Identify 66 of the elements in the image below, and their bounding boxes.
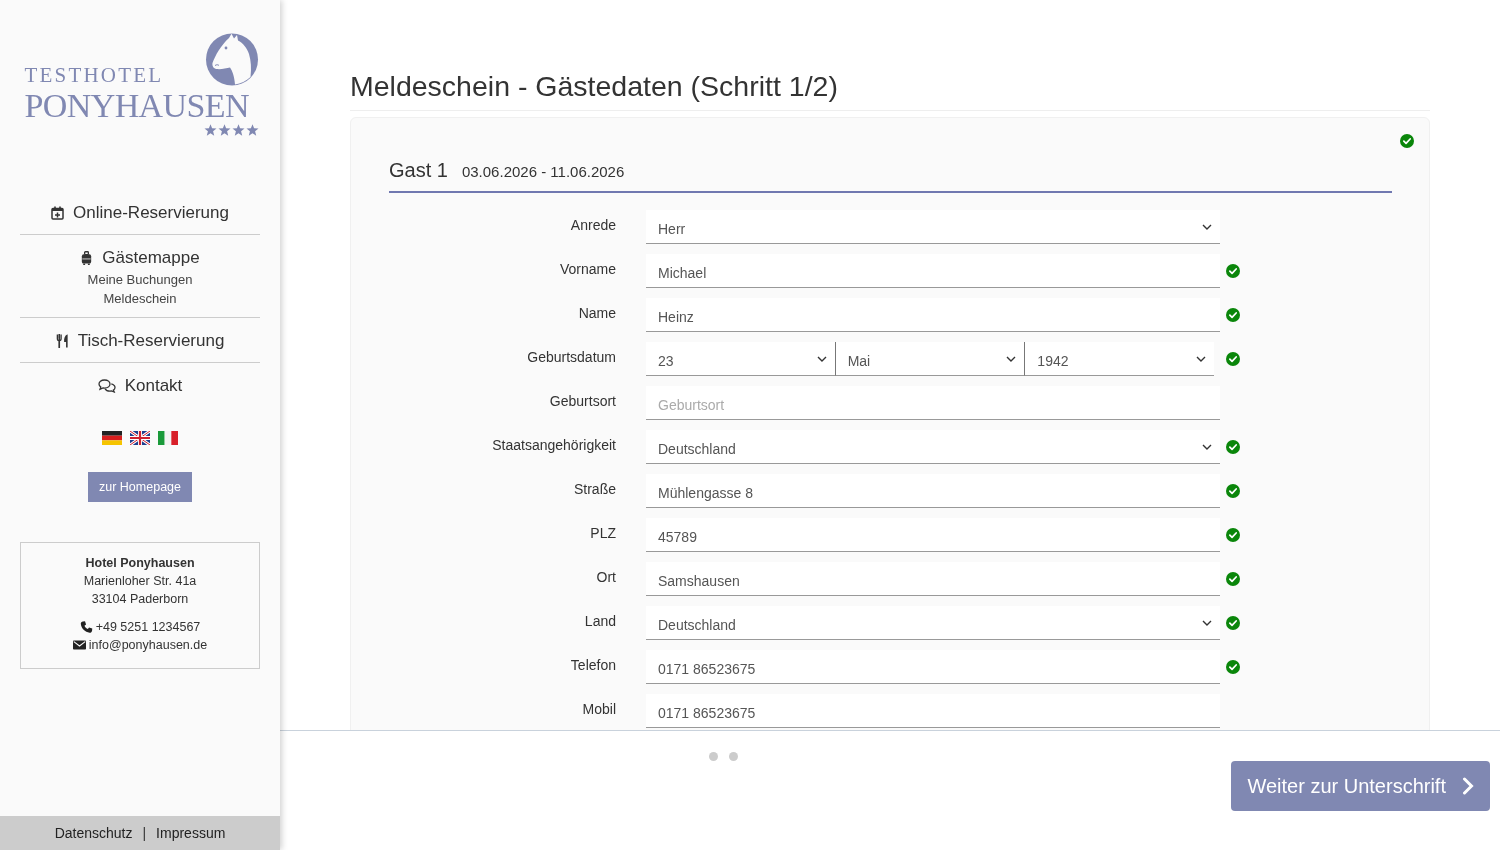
address-line: Marienloher Str. 41a: [83, 573, 197, 590]
select-field[interactable]: Deutschland: [646, 606, 1220, 640]
british-flag-icon[interactable]: [130, 431, 150, 445]
phone-number: +49 5251 1234567: [95, 619, 201, 636]
nav-link[interactable]: Online-Reservierung: [51, 201, 229, 225]
field-label: Telefon: [569, 656, 616, 674]
text-field[interactable]: Heinz: [646, 298, 1220, 332]
phone-icon: [79, 621, 93, 633]
text-field[interactable]: Michael: [646, 254, 1220, 288]
select-field[interactable]: Deutschland: [646, 430, 1220, 464]
hotel-name: Hotel Ponyhausen: [85, 555, 195, 572]
field-label: Staatsangehörigkeit: [491, 436, 616, 454]
star-icon: [217, 124, 231, 136]
field-label: Straße: [573, 480, 616, 498]
italian-flag-icon[interactable]: [158, 431, 178, 445]
chevron-down-icon: [1196, 355, 1206, 362]
chevron-down-icon: [1202, 443, 1212, 450]
footer-link[interactable]: Datenschutz: [54, 825, 133, 841]
chat-bubbles-icon: [97, 379, 116, 393]
text-field[interactable]: 45789: [646, 518, 1220, 552]
star-icon: [231, 124, 245, 136]
field-label: Name: [577, 304, 616, 322]
link-separator: |: [142, 825, 147, 841]
nav-link[interactable]: Kontakt: [97, 374, 183, 398]
select-field[interactable]: Mai: [834, 342, 1025, 376]
text-field[interactable]: 0171 86523675: [646, 650, 1220, 684]
field-label: Anrede: [569, 216, 616, 234]
stay-dates: 03.06.2026 - 11.06.2026: [461, 163, 625, 180]
email-address: info@ponyhausen.de: [88, 637, 208, 654]
field-label: Ort: [595, 568, 616, 586]
fork-knife-icon: [55, 334, 69, 348]
star-icon: [245, 124, 259, 136]
chevron-right-icon: [1462, 777, 1474, 795]
chevron-down-icon: [1006, 355, 1017, 362]
select-field[interactable]: 1942: [1024, 342, 1214, 376]
nav-sublink[interactable]: Meine Buchungen: [87, 270, 193, 289]
nav-link[interactable]: Tisch-Reservierung: [55, 329, 225, 353]
star-icon: [203, 124, 217, 136]
calendar-plus-icon: [51, 206, 65, 220]
guest-title: Gast 1: [389, 158, 448, 182]
chevron-down-icon: [1202, 223, 1212, 230]
address-line: 33104 Paderborn: [91, 591, 189, 608]
chevron-down-icon: [816, 355, 827, 362]
field-label: PLZ: [589, 524, 616, 542]
suitcase-icon: [80, 251, 94, 265]
envelope-icon: [72, 639, 86, 651]
field-label: Land: [583, 612, 616, 630]
logo-text: PONYHAUSEN: [24, 91, 250, 121]
page-title: Meldeschein - Gästedaten (Schritt 1/2): [350, 68, 1430, 111]
nav-sublink[interactable]: Meldeschein: [103, 289, 177, 308]
footer-link[interactable]: Impressum: [156, 825, 226, 841]
logo-text: TESTHOTEL: [24, 66, 164, 85]
select-field[interactable]: Herr: [646, 210, 1220, 244]
select-field[interactable]: 23: [646, 342, 835, 376]
nav-link[interactable]: Gästemappe: [80, 246, 200, 270]
field-label: Mobil: [581, 700, 616, 718]
chevron-down-icon: [1202, 619, 1212, 626]
field-label: Geburtsort: [548, 392, 616, 410]
horse-head-logo-icon: [204, 31, 259, 86]
text-field[interactable]: Mühlengasse 8: [646, 474, 1220, 508]
text-field[interactable]: Geburtsort: [646, 386, 1220, 420]
field-label: Vorname: [558, 260, 616, 278]
german-flag-icon[interactable]: [102, 431, 122, 445]
text-field[interactable]: Samshausen: [646, 562, 1220, 596]
text-field[interactable]: 0171 86523675: [646, 694, 1220, 728]
field-label: Geburtsdatum: [526, 348, 616, 366]
